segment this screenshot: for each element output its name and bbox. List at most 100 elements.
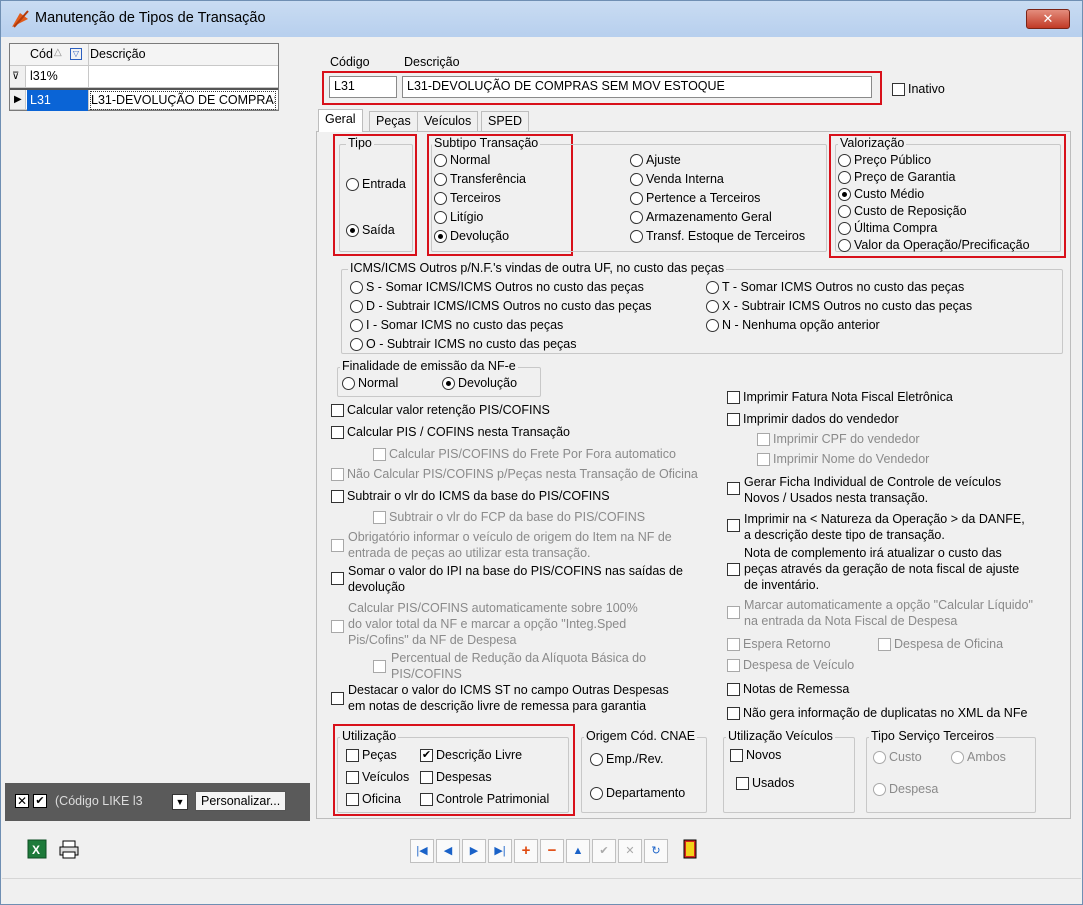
- check-nota-complemento[interactable]: [727, 563, 743, 579]
- codigo-field[interactable]: L31: [329, 76, 397, 98]
- check-imprimir-vendedor[interactable]: Imprimir dados do vendedor: [727, 412, 899, 426]
- records-grid[interactable]: Cód △ ▽ Descrição ⊽ l31% ▶ L31 L31-DEVOL…: [9, 43, 279, 111]
- grid-filter-row[interactable]: ⊽ l31%: [10, 66, 278, 88]
- utilizacao-veiculos-check[interactable]: Veículos: [346, 770, 409, 784]
- finalidade-normal-radio[interactable]: Normal: [342, 376, 398, 390]
- subtipo-devolucao-radio[interactable]: Devolução: [434, 229, 509, 243]
- check-despesa-oficina[interactable]: Despesa de Oficina: [878, 637, 1003, 651]
- excel-export-icon[interactable]: X: [27, 839, 47, 859]
- subtipo-armazenamento-radio[interactable]: Armazenamento Geral: [630, 210, 772, 224]
- check-frete-por-fora[interactable]: Calcular PIS/COFINS do Frete Por Fora au…: [373, 447, 676, 461]
- tab-pecas[interactable]: Peças: [369, 111, 418, 131]
- check-gerar-ficha[interactable]: [727, 482, 743, 498]
- valorizacao-preco-garantia-radio[interactable]: Preço de Garantia: [838, 170, 955, 184]
- last-record-button[interactable]: ▶|: [488, 839, 512, 863]
- valorizacao-preco-publico-radio[interactable]: Preço Público: [838, 153, 931, 167]
- tipo-servico-ambos-radio[interactable]: Ambos: [951, 750, 1006, 764]
- icms-n-radio[interactable]: N - Nenhuma opção anterior: [706, 318, 880, 332]
- utilizacao-despesas-check[interactable]: Despesas: [420, 770, 492, 784]
- subtipo-normal-radio[interactable]: Normal: [434, 153, 490, 167]
- icms-x-radio[interactable]: X - Subtrair ICMS Outros no custo das pe…: [706, 299, 972, 313]
- tipo-servico-custo-radio[interactable]: Custo: [873, 750, 922, 764]
- util-veiculos-novos-check[interactable]: Novos: [730, 748, 781, 762]
- check-obrigatorio-veiculo[interactable]: [331, 539, 347, 555]
- table-row[interactable]: ▶ L31 L31-DEVOLUÇÃO DE COMPRAS: [10, 88, 278, 111]
- check-destacar-icms-st[interactable]: [331, 692, 347, 708]
- tab-geral[interactable]: Geral: [318, 109, 363, 132]
- subtipo-venda-interna-radio[interactable]: Venda Interna: [630, 172, 724, 186]
- check-notas-remessa[interactable]: Notas de Remessa: [727, 682, 849, 696]
- personalizar-button[interactable]: Personalizar...: [195, 791, 287, 811]
- check-imprimir-cpf[interactable]: Imprimir CPF do vendedor: [757, 432, 920, 446]
- enable-filter-checkbox[interactable]: ✔: [33, 794, 47, 808]
- clear-filter-icon[interactable]: ✕: [15, 794, 29, 808]
- filter-codigo-input[interactable]: l31%: [30, 69, 58, 83]
- tipo-entrada-radio[interactable]: Entrada: [346, 177, 406, 191]
- check-retencao-pis[interactable]: Calcular valor retenção PIS/COFINS: [331, 403, 550, 417]
- print-icon[interactable]: [59, 839, 79, 859]
- edit-record-button[interactable]: ▲: [566, 839, 590, 863]
- subtipo-litigio-radio[interactable]: Litígio: [434, 210, 483, 224]
- subtipo-transf-estoque-radio[interactable]: Transf. Estoque de Terceiros: [630, 229, 805, 243]
- check-somar-ipi[interactable]: [331, 572, 347, 588]
- utilizacao-oficina-check[interactable]: Oficina: [346, 792, 401, 806]
- check-calcular-pis[interactable]: Calcular PIS / COFINS nesta Transação: [331, 425, 570, 439]
- cell-descricao[interactable]: L31-DEVOLUÇÃO DE COMPRAS: [90, 91, 276, 110]
- first-record-button[interactable]: |◀: [410, 839, 434, 863]
- descricao-field[interactable]: L31-DEVOLUÇÃO DE COMPRAS SEM MOV ESTOQUE: [402, 76, 872, 98]
- check-espera-retorno[interactable]: Espera Retorno: [727, 637, 831, 651]
- utilizacao-controle-patrimonial-check[interactable]: Controle Patrimonial: [420, 792, 549, 806]
- filter-dropdown-button[interactable]: ▼: [172, 794, 188, 810]
- check-despesa-veiculo[interactable]: Despesa de Veículo: [727, 658, 854, 672]
- valorizacao-custo-medio-radio[interactable]: Custo Médio: [838, 187, 924, 201]
- delete-record-button[interactable]: −: [540, 839, 564, 863]
- col-header-codigo[interactable]: Cód: [30, 47, 53, 61]
- icms-s-radio[interactable]: S - Somar ICMS/ICMS Outros no custo das …: [350, 280, 644, 294]
- tab-veiculos[interactable]: Veículos: [417, 111, 479, 131]
- check-percentual-reducao[interactable]: [373, 660, 389, 676]
- utilizacao-descricao-livre-check[interactable]: ✔ Descrição Livre: [420, 748, 522, 762]
- utilizacao-pecas-check[interactable]: Peças: [346, 748, 397, 762]
- check-imprimir-fatura[interactable]: Imprimir Fatura Nota Fiscal Eletrônica: [727, 390, 953, 404]
- post-record-button[interactable]: ✔: [592, 839, 616, 863]
- cancel-record-button[interactable]: ✕: [618, 839, 642, 863]
- check-imprimir-nome[interactable]: Imprimir Nome do Vendedor: [757, 452, 929, 466]
- check-nao-gera-duplicatas[interactable]: Não gera informação de duplicatas no XML…: [727, 706, 1027, 720]
- refresh-button[interactable]: ↻: [644, 839, 668, 863]
- check-imprimir-natureza[interactable]: [727, 519, 743, 535]
- cell-codigo[interactable]: L31: [30, 93, 51, 107]
- tipo-servico-despesa-radio[interactable]: Despesa: [873, 782, 938, 796]
- sort-asc-icon[interactable]: △: [54, 47, 62, 58]
- close-button[interactable]: ✕: [1026, 9, 1070, 29]
- valorizacao-custo-reposicao-radio[interactable]: Custo de Reposição: [838, 204, 967, 218]
- tab-sped[interactable]: SPED: [481, 111, 530, 131]
- check-subtrair-fcp[interactable]: Subtrair o vlr do FCP da base do PIS/COF…: [373, 510, 645, 524]
- subtipo-pertence-terceiros-radio[interactable]: Pertence a Terceiros: [630, 191, 760, 205]
- inativo-checkbox[interactable]: Inativo: [892, 82, 945, 96]
- check-subtrair-icms[interactable]: Subtrair o vlr do ICMS da base do PIS/CO…: [331, 489, 610, 503]
- subtipo-transferencia-radio[interactable]: Transferência: [434, 172, 526, 186]
- col-header-descricao[interactable]: Descrição: [90, 47, 146, 61]
- valorizacao-valor-operacao-radio[interactable]: Valor da Operação/Precificação: [838, 238, 1030, 252]
- insert-record-button[interactable]: +: [514, 839, 538, 863]
- valorizacao-ultima-compra-radio[interactable]: Última Compra: [838, 221, 937, 235]
- icms-i-radio[interactable]: I - Somar ICMS no custo das peças: [350, 318, 563, 332]
- origem-departamento-radio[interactable]: Departamento: [590, 786, 685, 800]
- check-nao-calcular-pis[interactable]: Não Calcular PIS/COFINS p/Peças nesta Tr…: [331, 467, 698, 481]
- prior-record-button[interactable]: ◀: [436, 839, 460, 863]
- tipo-saida-radio[interactable]: Saída: [346, 223, 395, 237]
- finalidade-devolucao-radio[interactable]: Devolução: [442, 376, 517, 390]
- subtipo-terceiros-radio[interactable]: Terceiros: [434, 191, 501, 205]
- filter-bar: ✕ ✔ (Código LIKE l3 ▼ Personalizar...: [5, 783, 310, 821]
- check-calcular-liquido[interactable]: [727, 606, 743, 622]
- exit-door-icon[interactable]: [678, 839, 702, 863]
- filter-dropdown-icon[interactable]: ▽: [70, 48, 82, 60]
- subtipo-ajuste-radio[interactable]: Ajuste: [630, 153, 681, 167]
- next-record-button[interactable]: ▶: [462, 839, 486, 863]
- origem-emp-radio[interactable]: Emp./Rev.: [590, 752, 663, 766]
- icms-o-radio[interactable]: O - Subtrair ICMS no custo das peças: [350, 337, 577, 351]
- icms-t-radio[interactable]: T - Somar ICMS Outros no custo das peças: [706, 280, 964, 294]
- util-veiculos-usados-check[interactable]: Usados: [736, 776, 794, 790]
- check-calcular-100[interactable]: [331, 620, 347, 636]
- icms-d-radio[interactable]: D - Subtrair ICMS/ICMS Outros no custo d…: [350, 299, 652, 313]
